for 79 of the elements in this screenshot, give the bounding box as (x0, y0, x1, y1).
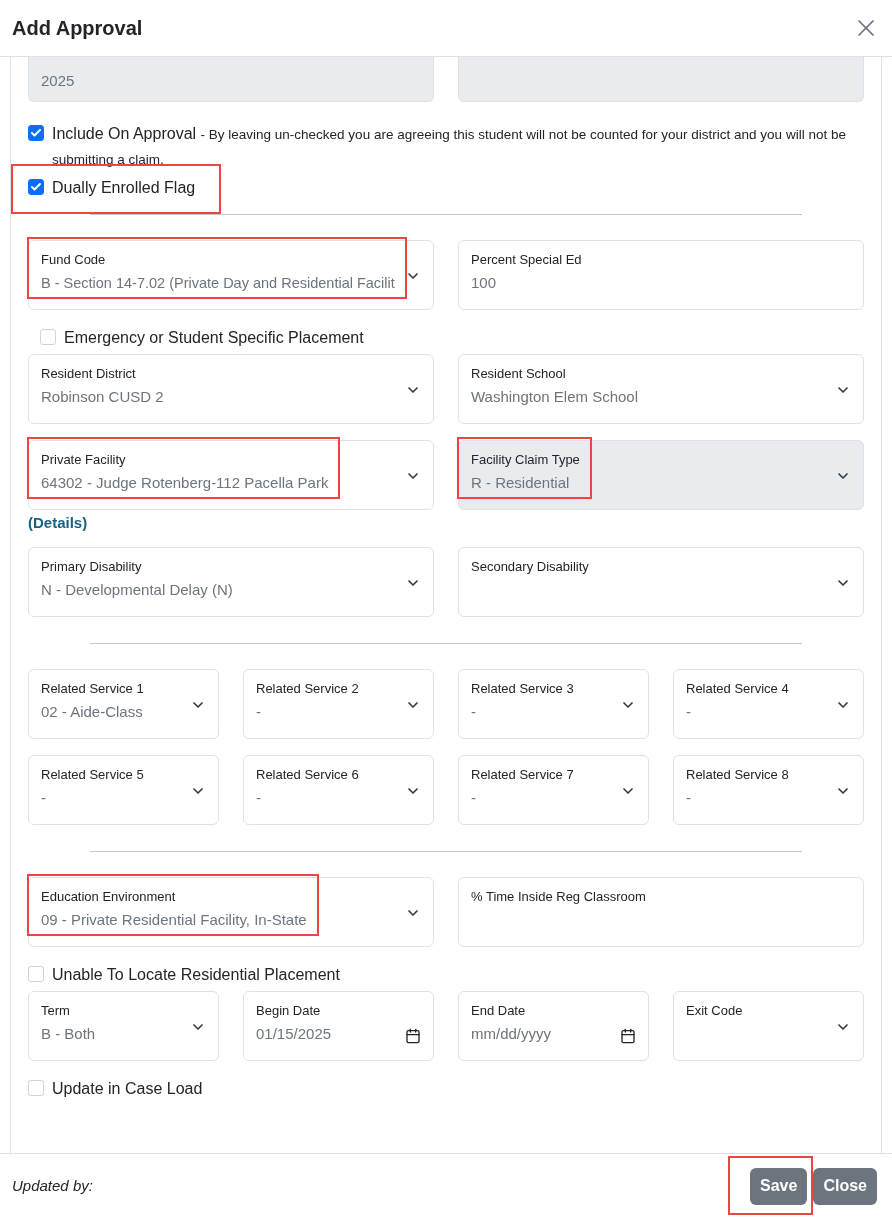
select-field[interactable]: Education Environment 09 - Private Residential Facility, In-State (28, 876, 434, 947)
checkbox-label: Emergency or Student Specific Placement (64, 328, 364, 348)
field-label: Related Service 6 (256, 765, 359, 784)
checkbox-label: Include On Approval - By leaving un-checked you are agreeing this student will not be counted for your district and you will not be submitting a claim. (52, 124, 847, 169)
input-field[interactable]: Percent Special Ed 100 (458, 240, 864, 310)
field-value: - (686, 787, 692, 808)
updated-by-label: Updated by: (12, 1175, 93, 1196)
field-value: 64302 - Judge Rotenberg-112 Pacella Park (41, 473, 329, 493)
dialog-title: Add Approval (12, 16, 143, 41)
field-value: Washington Elem School (471, 387, 639, 407)
checkbox-label: Update in Case Load (52, 1078, 203, 1099)
field-label: Related Service 4 (686, 679, 789, 698)
field-label: Related Service 7 (471, 765, 574, 784)
checkbox[interactable] (28, 179, 44, 195)
checkbox-label: Unable To Locate Residential Placement (52, 964, 340, 985)
field-label: Education Environment (41, 887, 177, 906)
calendar-icon (405, 1027, 421, 1044)
field-label: Facility Claim Type (471, 451, 580, 469)
select-field[interactable]: Related Service 6 - (243, 754, 434, 825)
field-value: 100 (471, 273, 498, 293)
checkbox[interactable] (28, 125, 44, 141)
field-label: Private Facility (41, 451, 127, 469)
field-label: Primary Disability (41, 557, 143, 576)
field-value: 01/15/2025 (256, 1023, 332, 1044)
select-field[interactable]: Fund Code B - Section 14-7.02 (Private Day and Residential Facilit (28, 240, 434, 310)
calendar-icon (620, 1027, 636, 1044)
field-label: Related Service 3 (471, 679, 574, 698)
field-value: B - Both (41, 1023, 96, 1044)
field-label: Resident School (471, 365, 567, 383)
dialog-button[interactable]: Save (750, 1167, 808, 1205)
select-field[interactable]: Exit Code (673, 990, 864, 1061)
field-label: Related Service 1 (41, 679, 144, 698)
field-value: - (686, 701, 692, 722)
select-field[interactable]: Related Service 3 - (458, 668, 649, 739)
field-label: End Date (471, 1001, 527, 1020)
date-field[interactable]: Begin Date 01/15/2025 (243, 990, 434, 1061)
field-value: - (256, 701, 262, 722)
select-field[interactable]: Secondary Disability (458, 546, 864, 617)
field-label: Fund Code (41, 251, 107, 269)
field-value: - (41, 787, 47, 808)
select-field[interactable]: Related Service 1 02 - Aide-Class (28, 668, 219, 739)
field-label: Resident District (41, 365, 137, 383)
date-field[interactable]: End Date mm/dd/yyyy (458, 990, 649, 1061)
field-label: Begin Date (256, 1001, 322, 1020)
field-label: Secondary Disability (471, 557, 589, 576)
select-field[interactable]: Related Service 7 - (458, 754, 649, 825)
field-label: Related Service 2 (256, 679, 359, 698)
field-value: 09 - Private Residential Facility, In-State (41, 909, 307, 930)
field-label: Related Service 8 (686, 765, 789, 784)
field-value: B - Section 14-7.02 (Private Day and Residential Facilit (41, 274, 395, 293)
field-label: Term (41, 1001, 71, 1020)
date-input[interactable]: mm/dd/yyyy (471, 1021, 601, 1046)
select-field[interactable]: Related Service 5 - (28, 754, 219, 825)
field-value: 02 - Aide-Class (41, 701, 144, 722)
field-value: - (471, 787, 477, 808)
check-icon (30, 181, 42, 193)
select-field[interactable]: Term B - Both (28, 990, 219, 1061)
field-value: - (256, 787, 262, 808)
select-field[interactable]: Private Facility 64302 - Judge Rotenberg-112 Pacella Park (28, 440, 434, 510)
checkbox-label: Dually Enrolled Flag (52, 178, 196, 198)
select-field[interactable]: Related Service 2 - (243, 668, 434, 739)
select-field[interactable]: Related Service 8 - (673, 754, 864, 825)
select-field[interactable]: Resident District Robinson CUSD 2 (28, 354, 434, 424)
field-value: R - Residential (471, 473, 571, 493)
dialog-button[interactable]: Close (813, 1167, 877, 1205)
select-field[interactable]: Resident School Washington Elem School (458, 354, 864, 424)
field-label: Related Service 5 (41, 765, 144, 784)
field-value: N - Developmental Delay (N) (41, 579, 233, 600)
select-field[interactable]: Related Service 4 - (673, 668, 864, 739)
field-value: 2025 (41, 71, 75, 91)
select-field[interactable]: Primary Disability N - Developmental Delay (N) (28, 546, 434, 617)
field-value: Robinson CUSD 2 (41, 387, 164, 407)
field-label: % Time Inside Reg Classroom (471, 887, 646, 906)
field-label: Percent Special Ed (471, 251, 582, 269)
input-field[interactable]: % Time Inside Reg Classroom (458, 876, 864, 947)
check-icon (30, 127, 42, 139)
field-label: Exit Code (686, 1001, 743, 1020)
field-value: - (471, 701, 477, 722)
details-link[interactable]: (Details) (28, 512, 88, 535)
